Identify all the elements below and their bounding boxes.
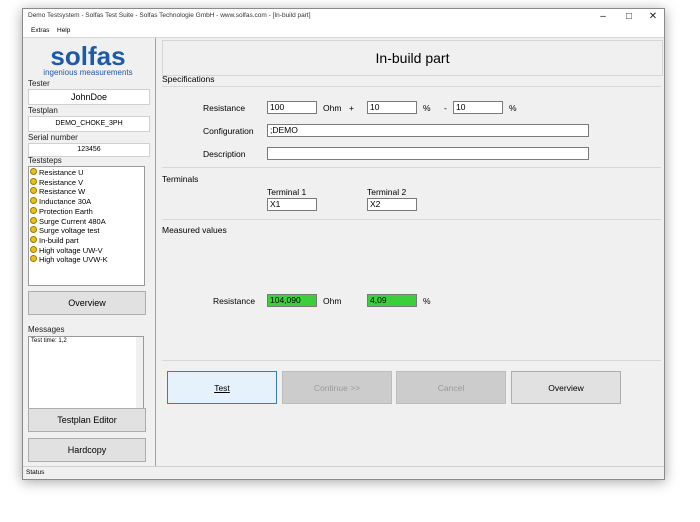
- configuration-input[interactable]: ;DEMO: [267, 124, 589, 137]
- menu-bar: Extras Help: [23, 25, 664, 38]
- sidebar-overview-button[interactable]: Overview: [28, 291, 146, 315]
- minimize-icon[interactable]: –: [593, 10, 613, 24]
- tester-label: Tester: [28, 79, 50, 88]
- messages-label: Messages: [28, 325, 65, 334]
- teststep-item[interactable]: Resistance W: [30, 187, 143, 197]
- plus-sign: +: [349, 103, 354, 113]
- status-dot-icon: [30, 235, 37, 243]
- sidebar: solfas ingenious measurements Tester Joh…: [23, 38, 153, 466]
- status-dot-icon: [30, 245, 37, 253]
- window-title: Demo Testsystem - Solfas Test Suite - So…: [28, 12, 311, 19]
- app-window: Demo Testsystem - Solfas Test Suite - So…: [22, 8, 665, 480]
- tester-value: JohnDoe: [28, 89, 150, 105]
- logo-tagline-text: ingenious measurements: [43, 68, 132, 77]
- logo-brand-text: solfas: [50, 41, 125, 71]
- message-text: Test time: 1,2: [31, 338, 67, 344]
- measured-resistance-value: 104,090: [267, 294, 317, 307]
- testplan-editor-button[interactable]: Testplan Editor: [28, 408, 146, 432]
- test-button[interactable]: Test: [167, 371, 277, 404]
- percent-minus-unit: %: [509, 103, 517, 113]
- terminals-section-label: Terminals: [162, 174, 199, 184]
- status-dot-icon: [30, 206, 37, 214]
- messages-box[interactable]: Test time: 1,2: [28, 336, 144, 410]
- terminal1-input[interactable]: X1: [267, 198, 317, 211]
- maximize-icon[interactable]: □: [619, 10, 639, 24]
- teststeps-label: Teststeps: [28, 156, 62, 165]
- description-input[interactable]: [267, 147, 589, 160]
- spec-resistance-label: Resistance: [203, 103, 246, 113]
- buttons-divider: [162, 360, 661, 361]
- solfas-logo: solfas ingenious measurements: [43, 41, 132, 77]
- status-dot-icon: [30, 177, 37, 185]
- spec-resistance-input[interactable]: 100: [267, 101, 317, 114]
- specifications-section-label: Specifications: [162, 74, 215, 84]
- teststep-item[interactable]: Surge Current 480A: [30, 216, 143, 227]
- teststep-item[interactable]: Inductance 30A: [30, 197, 143, 207]
- overview-button[interactable]: Overview: [511, 371, 621, 404]
- messages-scrollbar[interactable]: [136, 337, 143, 409]
- terminal1-label: Terminal 1: [267, 187, 307, 197]
- teststep-item[interactable]: In-build part: [30, 235, 143, 246]
- measured-resistance-label: Resistance: [213, 296, 256, 306]
- percent-plus-unit: %: [423, 103, 431, 113]
- teststeps-list[interactable]: Resistance U Resistance V Resistance W I…: [28, 166, 145, 286]
- configuration-label: Configuration: [203, 126, 254, 136]
- page-title: In-build part: [162, 40, 663, 76]
- minus-sign: -: [444, 103, 447, 113]
- tolerance-minus-input[interactable]: 10: [453, 101, 503, 114]
- specifications-divider: [162, 86, 661, 87]
- status-dot-icon: [30, 187, 37, 195]
- teststep-item[interactable]: Surge voltage test: [30, 226, 143, 236]
- teststep-item[interactable]: Protection Earth: [30, 206, 143, 217]
- measured-resistance-unit: Ohm: [323, 296, 342, 306]
- teststep-item[interactable]: Resistance U: [30, 168, 143, 178]
- close-icon[interactable]: ✕: [643, 10, 663, 24]
- hardcopy-button[interactable]: Hardcopy: [28, 438, 146, 462]
- main-panel: In-build part Specifications Resistance …: [155, 38, 664, 466]
- status-bar: Status: [23, 466, 664, 479]
- status-dot-icon: [30, 197, 37, 205]
- teststep-item[interactable]: Resistance V: [30, 177, 143, 188]
- cancel-button[interactable]: Cancel: [396, 371, 506, 404]
- status-dot-icon: [30, 226, 37, 234]
- teststep-item[interactable]: High voltage UVW-K: [30, 255, 143, 265]
- title-bar: Demo Testsystem - Solfas Test Suite - So…: [23, 9, 664, 25]
- measured-divider: [162, 219, 661, 220]
- description-label: Description: [203, 149, 246, 159]
- measured-deviation-unit: %: [423, 296, 431, 306]
- terminal2-label: Terminal 2: [367, 187, 407, 197]
- testplan-value: DEMO_CHOKE_3PH: [28, 116, 150, 132]
- terminals-divider: [162, 167, 661, 168]
- menu-extras[interactable]: Extras: [31, 27, 49, 34]
- measured-section-label: Measured values: [162, 225, 227, 235]
- status-text: Status: [26, 469, 45, 476]
- measured-deviation-value: 4,09: [367, 294, 417, 307]
- status-dot-icon: [30, 168, 37, 175]
- continue-button[interactable]: Continue >>: [282, 371, 392, 404]
- status-dot-icon: [30, 216, 37, 224]
- serial-number-value: 123456: [28, 143, 150, 157]
- teststep-item[interactable]: High voltage UW-V: [30, 245, 143, 256]
- serial-number-label: Serial number: [28, 133, 78, 142]
- terminal2-input[interactable]: X2: [367, 198, 417, 211]
- testplan-label: Testplan: [28, 106, 58, 115]
- status-dot-icon: [30, 255, 37, 263]
- menu-help[interactable]: Help: [57, 27, 70, 34]
- tolerance-plus-input[interactable]: 10: [367, 101, 417, 114]
- spec-resistance-unit: Ohm: [323, 103, 342, 113]
